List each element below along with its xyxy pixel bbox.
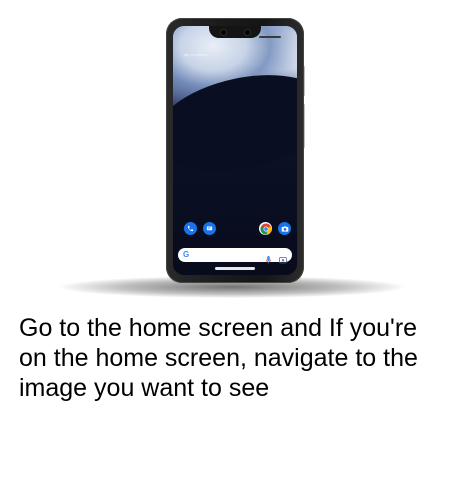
front-camera-icon — [221, 30, 226, 35]
microphone-icon[interactable] — [266, 251, 271, 269]
camera-app-icon[interactable] — [278, 222, 291, 235]
instruction-text: Go to the home screen and If you're on t… — [19, 314, 418, 402]
lens-camera-icon[interactable] — [279, 251, 287, 269]
phone-app-icon[interactable] — [184, 222, 197, 235]
phone-device: Tap to refresh G — [166, 18, 304, 283]
front-camera-icon — [245, 30, 250, 35]
google-g-icon: G — [183, 250, 190, 259]
home-gesture-bar[interactable] — [215, 267, 255, 270]
at-a-glance-widget[interactable]: Tap to refresh — [183, 52, 207, 57]
home-screen[interactable]: Tap to refresh G — [173, 26, 297, 275]
camera-notch — [209, 26, 281, 38]
app-dock — [179, 222, 291, 236]
google-search-bar[interactable]: G — [178, 248, 292, 264]
chrome-app-icon[interactable] — [259, 222, 272, 235]
speaker-grille — [259, 36, 281, 38]
messages-app-icon[interactable] — [203, 222, 216, 235]
